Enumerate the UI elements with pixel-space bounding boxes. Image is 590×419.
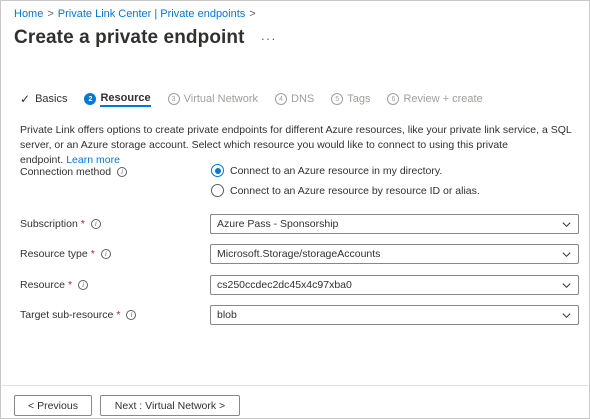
required-marker: * bbox=[90, 248, 95, 260]
breadcrumb-separator: > bbox=[47, 8, 54, 20]
chevron-down-icon bbox=[562, 252, 571, 258]
info-icon[interactable]: i bbox=[126, 310, 137, 320]
tab-resource[interactable]: 2 Resource bbox=[84, 90, 151, 108]
chevron-down-icon bbox=[562, 283, 571, 289]
tab-basics[interactable]: ✓ Basics bbox=[20, 90, 67, 108]
next-virtual-network-button[interactable]: Next : Virtual Network > bbox=[100, 395, 240, 416]
info-icon[interactable]: i bbox=[78, 280, 89, 290]
step-number-icon: 6 bbox=[387, 93, 400, 105]
step-number-icon: 2 bbox=[84, 93, 97, 105]
radio-option-resource-id[interactable]: Connect to an Azure resource by resource… bbox=[211, 184, 480, 197]
info-icon[interactable]: i bbox=[117, 167, 128, 177]
resource-label: Resource * i bbox=[20, 279, 89, 291]
radio-option-directory[interactable]: Connect to an Azure resource in my direc… bbox=[211, 164, 442, 177]
required-marker: * bbox=[116, 309, 121, 321]
tab-label: Virtual Network bbox=[183, 93, 258, 105]
chevron-down-icon bbox=[562, 313, 571, 319]
more-options-icon[interactable]: ··· bbox=[261, 31, 277, 46]
info-icon[interactable]: i bbox=[90, 219, 101, 229]
radio-button[interactable] bbox=[211, 184, 224, 197]
field-label: Connection method bbox=[20, 166, 112, 178]
tab-label: Resource bbox=[100, 92, 151, 107]
dropdown-value: Azure Pass - Sponsorship bbox=[217, 218, 339, 230]
footer-divider bbox=[2, 385, 588, 386]
radio-button-selected[interactable] bbox=[211, 164, 224, 177]
required-marker: * bbox=[67, 279, 73, 291]
field-label: Target sub-resource bbox=[20, 309, 114, 321]
step-number-icon: 4 bbox=[275, 93, 287, 105]
chevron-down-icon bbox=[562, 222, 571, 228]
breadcrumb-separator: > bbox=[249, 8, 256, 20]
learn-more-link[interactable]: Learn more bbox=[66, 154, 120, 166]
required-marker: * bbox=[80, 218, 85, 230]
field-label: Resource type bbox=[20, 248, 88, 260]
tab-label: Basics bbox=[35, 93, 68, 105]
resource-type-dropdown[interactable]: Microsoft.Storage/storageAccounts bbox=[210, 244, 579, 264]
resource-type-label: Resource type * i bbox=[20, 248, 111, 260]
connection-method-label: Connection method i bbox=[20, 166, 128, 178]
dropdown-value: blob bbox=[217, 309, 237, 321]
step-number-icon: 5 bbox=[331, 93, 344, 105]
tab-label: Tags bbox=[347, 93, 371, 105]
target-sub-resource-dropdown[interactable]: blob bbox=[210, 305, 579, 325]
step-number-icon: 3 bbox=[167, 93, 180, 105]
page-frame bbox=[0, 0, 590, 419]
resource-dropdown[interactable]: cs250ccdec2dc45x4c97xba0 bbox=[210, 275, 579, 295]
tab-label: Review + create bbox=[403, 93, 483, 105]
tab-dns[interactable]: 4 DNS bbox=[275, 90, 314, 108]
dropdown-value: cs250ccdec2dc45x4c97xba0 bbox=[217, 279, 352, 291]
radio-label: Connect to an Azure resource by resource… bbox=[230, 184, 480, 197]
tab-label: DNS bbox=[291, 93, 315, 105]
breadcrumb-home[interactable]: Home bbox=[14, 8, 43, 20]
breadcrumb-private-link-center[interactable]: Private Link Center | Private endpoints bbox=[58, 8, 246, 20]
radio-label: Connect to an Azure resource in my direc… bbox=[230, 164, 443, 177]
page-title: Create a private endpoint bbox=[14, 27, 245, 48]
field-label: Resource bbox=[20, 279, 65, 291]
description: Private Link offers options to create pr… bbox=[20, 123, 582, 168]
title-row: Create a private endpoint ··· bbox=[14, 27, 277, 49]
subscription-dropdown[interactable]: Azure Pass - Sponsorship bbox=[210, 214, 579, 234]
tab-review-create[interactable]: 6 Review + create bbox=[387, 90, 483, 108]
wizard-tabs: ✓ Basics 2 Resource 3 Virtual Network 4 … bbox=[20, 90, 500, 108]
breadcrumb: Home > Private Link Center | Private endpo… bbox=[14, 8, 260, 20]
subscription-label: Subscription * i bbox=[20, 218, 101, 230]
checkmark-icon: ✓ bbox=[20, 92, 31, 106]
info-icon[interactable]: i bbox=[100, 249, 111, 259]
field-label: Subscription bbox=[20, 218, 78, 230]
target-sub-resource-label: Target sub-resource * i bbox=[20, 309, 137, 321]
dropdown-value: Microsoft.Storage/storageAccounts bbox=[217, 248, 381, 260]
tab-virtual-network[interactable]: 3 Virtual Network bbox=[167, 90, 258, 108]
previous-button[interactable]: < Previous bbox=[14, 395, 92, 416]
tab-tags[interactable]: 5 Tags bbox=[331, 90, 370, 108]
